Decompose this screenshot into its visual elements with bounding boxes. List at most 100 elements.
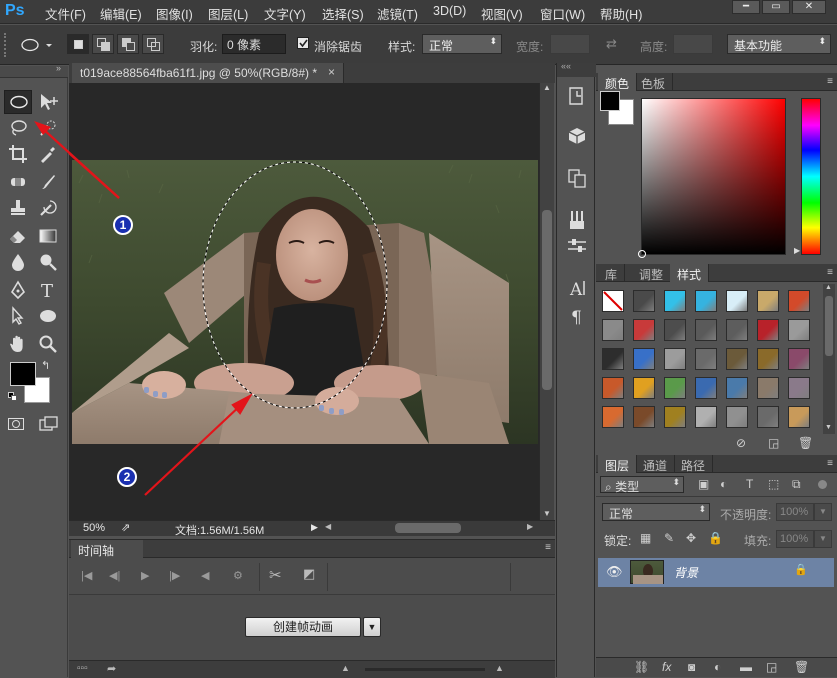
scroll-down-icon[interactable]: ▼ xyxy=(543,509,551,518)
trash-icon[interactable]: 🗑 xyxy=(794,660,809,674)
antialias-checkbox[interactable] xyxy=(297,37,309,49)
style-swatch[interactable] xyxy=(788,290,810,312)
style-swatch[interactable] xyxy=(633,319,655,341)
adjustment-filter-icon[interactable]: ◐ xyxy=(720,477,727,491)
lasso-tool[interactable] xyxy=(4,116,32,140)
menu-type[interactable]: 文字(Y) xyxy=(264,4,306,23)
clone-stamp-tool[interactable] xyxy=(4,196,32,220)
style-swatch[interactable] xyxy=(757,406,779,428)
scroll-right-icon[interactable]: ▶ xyxy=(527,522,533,531)
timeline-tab[interactable]: 时间轴 xyxy=(71,540,143,558)
style-swatch[interactable] xyxy=(664,290,686,312)
convert-frames-icon[interactable]: ▫▫▫ xyxy=(77,663,88,674)
style-swatch[interactable] xyxy=(757,348,779,370)
play-icon[interactable]: ▶ xyxy=(141,569,149,582)
menu-layer[interactable]: 图层(L) xyxy=(208,4,248,23)
menu-edit[interactable]: 编辑(E) xyxy=(100,4,142,23)
clear-style-icon[interactable]: ⊘ xyxy=(736,436,746,450)
scroll-up-icon[interactable]: ▲ xyxy=(543,83,551,92)
scroll-left-icon[interactable]: ◀ xyxy=(325,522,331,531)
settings-gear-icon[interactable]: ⚙ xyxy=(233,569,243,582)
style-swatch[interactable] xyxy=(726,319,748,341)
opacity-dropdown[interactable]: ▼ xyxy=(814,503,832,521)
tab-adjustments[interactable]: 调整 xyxy=(632,264,672,282)
first-frame-icon[interactable]: |◀ xyxy=(81,569,92,582)
panel-menu-icon[interactable]: ≡ xyxy=(827,267,833,278)
style-swatch[interactable] xyxy=(788,319,810,341)
style-swatch[interactable] xyxy=(602,406,624,428)
hand-tool[interactable] xyxy=(4,332,32,356)
add-mask-icon[interactable]: ◙ xyxy=(688,660,695,674)
filter-toggle[interactable] xyxy=(818,480,827,489)
feather-input[interactable] xyxy=(222,34,286,54)
pen-tool[interactable] xyxy=(4,278,32,302)
tab-layers[interactable]: 图层 xyxy=(598,455,638,473)
color-picker-cursor[interactable] xyxy=(638,250,646,258)
minimize-button[interactable]: ━ xyxy=(732,0,760,14)
trash-icon[interactable]: 🗑 xyxy=(798,436,813,450)
new-style-icon[interactable]: ◲ xyxy=(768,436,779,450)
swap-colors-icon[interactable]: ↰ xyxy=(41,359,50,372)
dodge-tool[interactable] xyxy=(34,250,62,274)
screen-mode-button[interactable] xyxy=(39,416,59,432)
ellipse-shape-tool[interactable] xyxy=(34,304,62,328)
panel-menu-icon[interactable]: ≡ xyxy=(827,458,833,469)
layer-filter-select[interactable]: ⌕ 类型 ⬍ xyxy=(600,476,684,494)
brush-presets-icon[interactable] xyxy=(566,209,588,231)
zoom-in-icon[interactable]: ▲ xyxy=(495,663,504,673)
style-swatch[interactable] xyxy=(664,377,686,399)
style-swatch[interactable] xyxy=(602,377,624,399)
scissors-icon[interactable]: ✂ xyxy=(269,566,282,584)
history-icon[interactable] xyxy=(566,85,588,107)
style-swatch[interactable] xyxy=(602,348,624,370)
prev-frame-icon[interactable]: ◀| xyxy=(109,569,120,582)
lock-position-icon[interactable]: ✥ xyxy=(686,531,696,545)
share-icon[interactable]: ⇗ xyxy=(121,521,130,534)
tab-paths[interactable]: 路径 xyxy=(674,455,714,473)
lock-all-icon[interactable]: 🔒 xyxy=(708,531,723,545)
canvas-area[interactable]: 1 2 xyxy=(69,83,539,520)
next-frame-icon[interactable]: |▶ xyxy=(169,569,180,582)
menu-window[interactable]: 窗口(W) xyxy=(540,4,585,23)
foreground-color-front[interactable] xyxy=(10,362,36,386)
opacity-input[interactable]: 100% xyxy=(776,503,814,521)
zoom-level[interactable]: 50% xyxy=(83,522,105,534)
tab-channels[interactable]: 通道 xyxy=(636,455,676,473)
style-swatch[interactable] xyxy=(633,377,655,399)
crop-tool[interactable] xyxy=(4,142,32,166)
3d-icon[interactable] xyxy=(566,125,588,147)
type-tool[interactable]: T xyxy=(34,278,62,302)
new-layer-icon[interactable]: ◲ xyxy=(766,660,777,674)
styles-scrollbar[interactable]: ▲ ▼ xyxy=(823,284,835,434)
new-selection-button[interactable] xyxy=(67,34,89,54)
gradient-tool[interactable] xyxy=(34,224,62,248)
menu-filter[interactable]: 滤镜(T) xyxy=(377,4,418,23)
menu-select[interactable]: 选择(S) xyxy=(322,4,364,23)
style-swatch[interactable] xyxy=(757,319,779,341)
style-swatch[interactable] xyxy=(695,406,717,428)
close-tab-icon[interactable]: × xyxy=(328,65,335,79)
type-filter-icon[interactable]: T xyxy=(746,477,753,491)
fill-input[interactable]: 100% xyxy=(776,530,814,548)
info-menu-arrow-icon[interactable]: ▶ xyxy=(311,522,318,533)
lock-transparent-icon[interactable]: ▦ xyxy=(640,531,651,545)
style-swatch[interactable] xyxy=(695,290,717,312)
layer-name[interactable]: 背景 xyxy=(674,564,698,581)
menu-3d[interactable]: 3D(D) xyxy=(433,4,466,18)
eyedropper-tool[interactable] xyxy=(34,142,62,166)
style-swatch[interactable] xyxy=(602,319,624,341)
panel-menu-icon[interactable]: ≡ xyxy=(545,542,551,553)
style-swatch[interactable] xyxy=(695,348,717,370)
style-swatch[interactable] xyxy=(726,377,748,399)
path-selection-tool[interactable] xyxy=(4,304,32,328)
style-swatch[interactable] xyxy=(695,319,717,341)
shape-filter-icon[interactable]: ⬚ xyxy=(768,477,779,491)
style-swatch[interactable] xyxy=(602,290,624,312)
quick-selection-tool[interactable] xyxy=(34,116,62,140)
scroll-down-icon[interactable]: ▼ xyxy=(825,424,832,431)
scroll-up-icon[interactable]: ▲ xyxy=(825,284,832,291)
style-swatch[interactable] xyxy=(788,406,810,428)
hue-slider[interactable]: ▶ xyxy=(794,98,821,255)
blur-tool[interactable] xyxy=(4,250,32,274)
character-panel-icon[interactable]: A xyxy=(566,277,588,300)
